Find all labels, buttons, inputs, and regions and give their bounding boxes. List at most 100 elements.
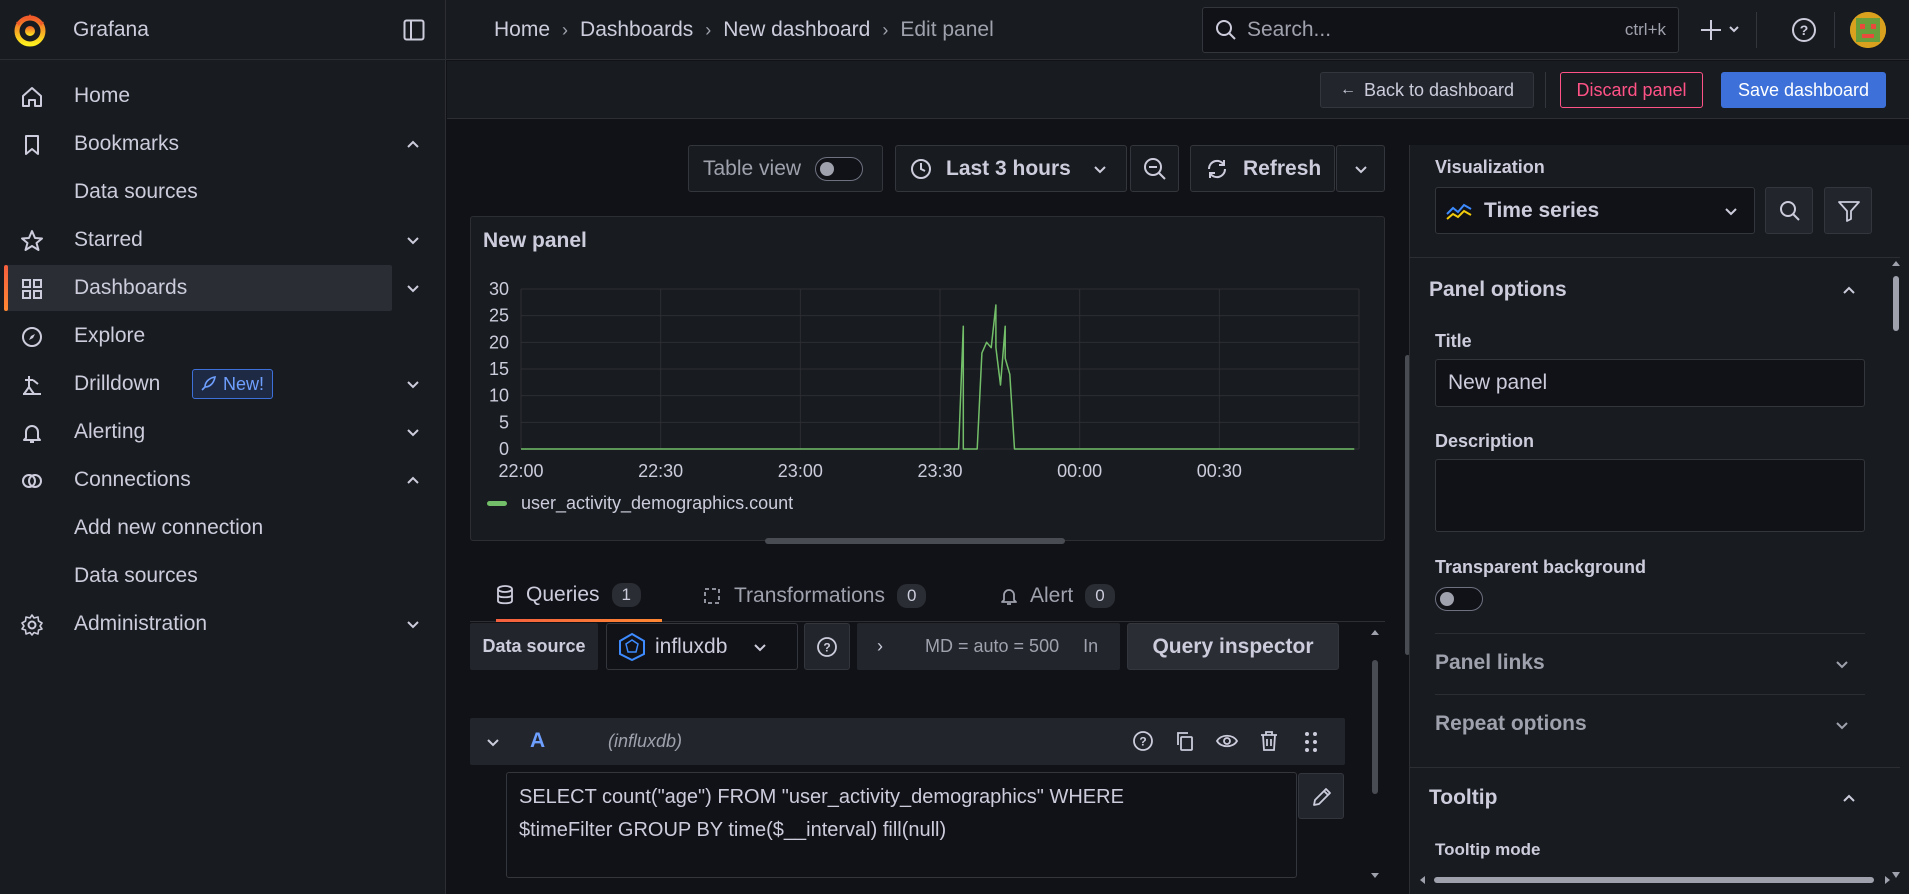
visualization-picker[interactable]: Time series <box>1435 187 1755 234</box>
description-label: Description <box>1435 431 1535 451</box>
title-label: Title <box>1435 331 1472 351</box>
refresh-button[interactable]: Refresh <box>1190 145 1335 192</box>
query-editor[interactable]: SELECT count("age") FROM "user_activity_… <box>506 772 1297 878</box>
visualization-label: Visualization <box>1435 157 1545 177</box>
breadcrumb: Home › Dashboards › New dashboard › Edit… <box>494 0 994 60</box>
sidebar-item-data-sources[interactable]: Data sources <box>0 169 446 215</box>
chevron-up-icon[interactable] <box>1842 791 1856 805</box>
chevron-up-icon[interactable] <box>1842 283 1856 297</box>
bell-icon <box>23 425 41 443</box>
grafana-logo-icon[interactable] <box>12 12 48 48</box>
chevron-down-icon[interactable] <box>405 424 421 440</box>
arrow-left-icon: ← <box>1339 81 1356 98</box>
table-view-toggle[interactable]: Table view <box>688 145 883 192</box>
options-vertical-scrollbar[interactable] <box>1891 260 1901 880</box>
panel-options-heading[interactable]: Panel options <box>1429 278 1567 302</box>
chevron-right-icon: › <box>882 19 889 40</box>
title-input[interactable]: New panel <box>1435 359 1865 407</box>
sidebar-item-dashboards[interactable]: Dashboards <box>4 265 419 311</box>
svg-text:?: ? <box>823 640 830 654</box>
back-to-dashboard-button[interactable]: ← Back to dashboard <box>1320 72 1534 108</box>
chevron-down-icon[interactable] <box>405 280 421 296</box>
chevron-right-icon: › <box>562 19 569 40</box>
help-icon[interactable]: ? <box>1132 730 1154 752</box>
table-view-switch[interactable] <box>815 156 864 181</box>
search-input[interactable]: Search... ctrl+k <box>1202 7 1679 53</box>
sidebar-item-starred[interactable]: Starred <box>0 217 446 263</box>
query-ref-id[interactable]: A <box>530 729 545 753</box>
save-dashboard-button[interactable]: Save dashboard <box>1721 72 1886 108</box>
search-options-button[interactable] <box>1765 187 1813 234</box>
query-options-summary: MD = auto = 500 <box>925 636 1060 656</box>
help-icon[interactable]: ? <box>1790 14 1818 46</box>
sidebar-item-alerting[interactable]: Alerting <box>0 409 446 455</box>
refresh-interval-button[interactable] <box>1336 145 1385 192</box>
transparent-background-switch[interactable] <box>1435 587 1483 611</box>
chevron-down-icon <box>754 643 767 651</box>
chevron-down-icon[interactable] <box>405 232 421 248</box>
data-source-help-button[interactable]: ? <box>804 623 850 670</box>
time-series-chart: 0 5 10 15 20 25 30 22:00 22:30 23:00 23:30 00:00 00:… <box>487 279 1360 514</box>
tab-transformations[interactable]: Transformations 0 <box>702 570 927 622</box>
time-range-picker[interactable]: Last 3 hours <box>895 145 1127 192</box>
back-to-dashboard-label: Back to dashboard <box>1363 79 1515 100</box>
x-tick-label: 22:00 <box>498 461 543 481</box>
chevron-down-icon[interactable] <box>405 376 421 392</box>
sidebar-item-label: Starred <box>74 228 143 251</box>
add-new-icon[interactable] <box>1700 14 1744 46</box>
tab-queries[interactable]: Queries 1 <box>496 570 662 622</box>
tooltip-heading[interactable]: Tooltip <box>1429 786 1497 810</box>
horizontal-scrollbar[interactable] <box>765 538 1065 544</box>
panel-links-heading[interactable]: Panel links <box>1435 651 1545 675</box>
search-icon <box>1780 201 1800 221</box>
repeat-options-heading[interactable]: Repeat options <box>1435 712 1587 736</box>
chevron-up-icon[interactable] <box>405 472 421 488</box>
sidebar-item-administration[interactable]: Administration <box>0 601 446 647</box>
query-line-2: $timeFilter GROUP BY time($__interval) f… <box>519 819 947 841</box>
breadcrumb-home[interactable]: Home <box>494 18 550 42</box>
divider <box>1435 694 1865 695</box>
sidebar-item-drilldown[interactable]: Drilldown New! <box>0 361 446 407</box>
transparent-background-label: Transparent background <box>1435 557 1647 577</box>
sidebar-item-connections[interactable]: Connections <box>0 457 446 503</box>
trash-icon[interactable] <box>1258 730 1280 752</box>
sidebar-item-label: Connections <box>74 468 191 491</box>
query-scrollbar[interactable] <box>1370 630 1380 878</box>
chevron-down-icon <box>1094 165 1106 173</box>
breadcrumb-dashboards[interactable]: Dashboards <box>580 18 693 42</box>
data-source-name: influxdb <box>655 634 728 658</box>
description-textarea[interactable] <box>1435 459 1865 532</box>
filter-options-button[interactable] <box>1824 187 1872 234</box>
sidebar-item-data-sources-connections[interactable]: Data sources <box>0 553 446 599</box>
drilldown-icon <box>23 376 41 395</box>
count-badge: 1 <box>611 582 641 607</box>
drag-handle-icon[interactable] <box>1303 730 1319 754</box>
y-tick-label: 0 <box>499 439 509 459</box>
chevron-down-icon[interactable] <box>1835 718 1849 732</box>
data-source-picker[interactable]: influxdb <box>606 623 798 670</box>
sidebar-item-home[interactable]: Home <box>0 73 446 119</box>
bell-icon <box>1001 589 1017 605</box>
query-inspector-button[interactable]: Query inspector <box>1127 623 1339 670</box>
tab-alert[interactable]: Alert 0 <box>1000 570 1115 622</box>
options-horizontal-scrollbar[interactable] <box>1420 875 1890 885</box>
chevron-down-icon[interactable] <box>405 616 421 632</box>
sidebar-item-add-new-connection[interactable]: Add new connection <box>0 505 446 551</box>
sidebar-item-explore[interactable]: Explore <box>0 313 446 359</box>
chevron-up-icon[interactable] <box>405 136 421 152</box>
query-options-button[interactable]: › MD = auto = 500 In <box>857 623 1120 670</box>
zoom-out-button[interactable] <box>1130 145 1179 192</box>
chevron-down-icon[interactable] <box>486 735 500 749</box>
svg-text:?: ? <box>1800 22 1809 38</box>
discard-panel-button[interactable]: Discard panel <box>1560 72 1703 108</box>
sidebar-item-bookmarks[interactable]: Bookmarks <box>0 121 446 167</box>
dock-menu-icon[interactable] <box>403 19 425 41</box>
user-avatar[interactable] <box>1850 12 1886 48</box>
toggle-editor-mode-button[interactable] <box>1298 773 1344 819</box>
copy-icon[interactable] <box>1174 730 1196 752</box>
breadcrumb-new-dashboard[interactable]: New dashboard <box>723 18 870 42</box>
query-options-trailing: In <box>1083 636 1099 656</box>
time-series-icon <box>1446 203 1472 220</box>
chevron-down-icon[interactable] <box>1835 657 1849 671</box>
eye-icon[interactable] <box>1216 730 1238 752</box>
